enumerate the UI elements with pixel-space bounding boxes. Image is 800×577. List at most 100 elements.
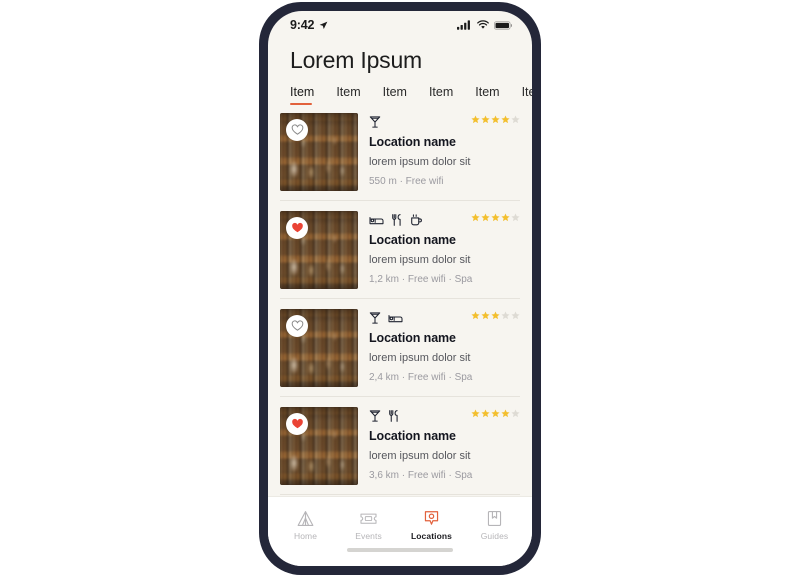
location-thumbnail[interactable] xyxy=(280,113,358,192)
star-empty-icon xyxy=(511,311,520,320)
rating-stars xyxy=(471,212,520,222)
tab-item-1[interactable]: Item xyxy=(336,85,360,105)
map-pin-icon xyxy=(424,510,439,525)
cellular-signal-icon xyxy=(457,20,470,30)
tab-item-2[interactable]: Item xyxy=(383,85,407,105)
nav-item-events[interactable]: Events xyxy=(341,509,397,541)
star-filled-icon xyxy=(491,115,500,124)
location-info: Location name lorem ipsum dolor sit 550 … xyxy=(369,113,520,191)
amenity-icons xyxy=(369,310,403,325)
location-description: lorem ipsum dolor sit xyxy=(369,156,471,169)
star-filled-icon xyxy=(481,213,490,222)
rating-stars xyxy=(471,114,520,124)
restaurant-icon xyxy=(392,213,401,226)
cocktail-icon xyxy=(369,312,381,324)
star-empty-icon xyxy=(501,311,510,320)
rating-stars xyxy=(471,408,520,418)
nav-label-home: Home xyxy=(293,530,318,541)
star-filled-icon xyxy=(481,409,490,418)
wifi-icon xyxy=(477,20,489,29)
list-item[interactable]: Location name lorem ipsum dolor sit 1,2 … xyxy=(280,201,520,300)
tab-item-5[interactable]: Item xyxy=(522,85,532,105)
star-filled-icon xyxy=(471,311,480,320)
location-info: Location name lorem ipsum dolor sit 1,2 … xyxy=(369,211,520,289)
rating-stars xyxy=(471,310,520,320)
heart-filled-icon xyxy=(291,419,303,429)
tab-bar: Item Item Item Item Item Item xyxy=(268,73,532,106)
phone-screen: 9:42 Lorem Ipsum Item Item Item Item Ite… xyxy=(268,11,532,566)
tent-icon xyxy=(297,510,314,526)
location-meta: 1,2 km · Free wifi · Spa xyxy=(369,274,473,286)
location-list[interactable]: Location name lorem ipsum dolor sit 550 … xyxy=(268,105,532,496)
star-filled-icon xyxy=(471,409,480,418)
location-thumbnail[interactable] xyxy=(280,211,358,290)
book-icon xyxy=(487,510,502,526)
star-filled-icon xyxy=(491,409,500,418)
location-description: lorem ipsum dolor sit xyxy=(369,254,471,267)
tab-item-0[interactable]: Item xyxy=(290,85,314,106)
location-name: Location name xyxy=(369,429,456,444)
nav-item-home[interactable]: Home xyxy=(278,509,334,541)
star-filled-icon xyxy=(481,115,490,124)
location-description: lorem ipsum dolor sit xyxy=(369,450,471,463)
star-empty-icon xyxy=(511,409,520,418)
star-filled-icon xyxy=(491,213,500,222)
battery-full-icon xyxy=(494,20,512,30)
location-info-top xyxy=(369,212,520,227)
status-bar-left: 9:42 xyxy=(290,18,328,32)
location-info: Location name lorem ipsum dolor sit 2,4 … xyxy=(369,309,520,387)
status-bar-right xyxy=(457,20,512,30)
list-item[interactable]: Location name lorem ipsum dolor sit 2,4 … xyxy=(280,299,520,398)
status-time: 9:42 xyxy=(290,18,315,32)
star-filled-icon xyxy=(471,213,480,222)
nav-label-events: Events xyxy=(355,530,382,541)
ticket-icon xyxy=(360,513,377,524)
heart-filled-icon xyxy=(291,223,303,233)
cocktail-icon xyxy=(369,410,381,422)
star-filled-icon xyxy=(501,409,510,418)
star-filled-icon xyxy=(501,115,510,124)
coffee-icon xyxy=(411,214,422,226)
location-meta: 3,6 km · Free wifi · Spa xyxy=(369,470,473,482)
amenity-icons xyxy=(369,114,381,129)
tab-item-3[interactable]: Item xyxy=(429,85,453,105)
home-indicator-area xyxy=(268,548,532,566)
cocktail-icon xyxy=(369,116,381,128)
tab-item-4[interactable]: Item xyxy=(475,85,499,105)
location-description: lorem ipsum dolor sit xyxy=(369,352,471,365)
amenity-icons xyxy=(369,212,422,227)
heart-outline-icon xyxy=(291,124,303,136)
phone-frame: 9:42 Lorem Ipsum Item Item Item Item Ite… xyxy=(259,2,541,575)
restaurant-icon xyxy=(389,409,398,422)
heart-outline-icon xyxy=(291,320,303,332)
location-name: Location name xyxy=(369,331,456,346)
bed-icon xyxy=(369,216,384,224)
location-info: Location name lorem ipsum dolor sit 3,6 … xyxy=(369,407,520,485)
nav-label-locations: Locations xyxy=(410,530,453,541)
location-meta: 2,4 km · Free wifi · Spa xyxy=(369,372,473,384)
star-filled-icon xyxy=(481,311,490,320)
star-empty-icon xyxy=(511,115,520,124)
location-name: Location name xyxy=(369,233,456,248)
location-info-top xyxy=(369,408,520,423)
nav-label-guides: Guides xyxy=(480,530,509,541)
location-info-top xyxy=(369,114,520,129)
star-filled-icon xyxy=(491,311,500,320)
list-item[interactable]: Location name lorem ipsum dolor sit 550 … xyxy=(280,105,520,202)
location-info-top xyxy=(369,310,520,325)
bed-icon xyxy=(388,314,403,322)
status-bar: 9:42 xyxy=(268,11,532,37)
star-empty-icon xyxy=(511,213,520,222)
list-item[interactable]: Location name lorem ipsum dolor sit 3,6 … xyxy=(280,397,520,496)
location-name: Location name xyxy=(369,135,456,150)
star-filled-icon xyxy=(471,115,480,124)
home-indicator[interactable] xyxy=(347,548,453,552)
nav-item-locations[interactable]: Locations xyxy=(404,509,460,541)
bottom-navigation: Home Events Locations Guides xyxy=(268,496,532,548)
star-filled-icon xyxy=(501,213,510,222)
location-thumbnail[interactable] xyxy=(280,407,358,486)
location-thumbnail[interactable] xyxy=(280,309,358,388)
amenity-icons xyxy=(369,408,400,423)
page-title: Lorem Ipsum xyxy=(290,47,423,73)
nav-item-guides[interactable]: Guides xyxy=(467,509,523,541)
